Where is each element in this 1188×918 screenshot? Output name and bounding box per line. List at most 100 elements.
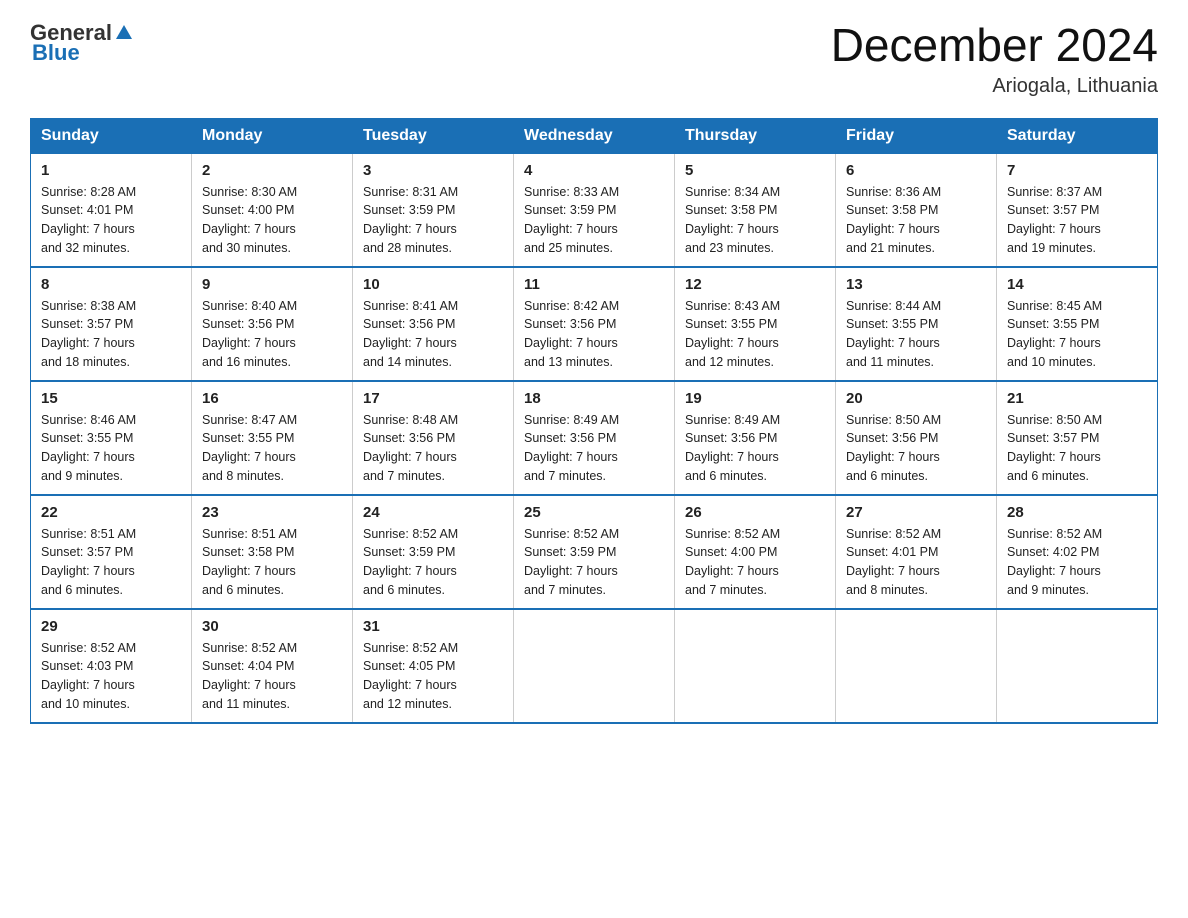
day-number: 29 [41, 618, 181, 635]
calendar-cell-2: 2 Sunrise: 8:30 AMSunset: 4:00 PMDayligh… [192, 153, 353, 267]
day-number: 27 [846, 504, 986, 521]
day-number: 4 [524, 162, 664, 179]
day-info: Sunrise: 8:50 AMSunset: 3:57 PMDaylight:… [1007, 413, 1102, 483]
logo: General Blue [30, 20, 134, 66]
day-info: Sunrise: 8:49 AMSunset: 3:56 PMDaylight:… [685, 413, 780, 483]
day-number: 6 [846, 162, 986, 179]
day-info: Sunrise: 8:52 AMSunset: 4:00 PMDaylight:… [685, 527, 780, 597]
day-info: Sunrise: 8:50 AMSunset: 3:56 PMDaylight:… [846, 413, 941, 483]
day-number: 3 [363, 162, 503, 179]
day-info: Sunrise: 8:38 AMSunset: 3:57 PMDaylight:… [41, 299, 136, 369]
calendar-cell-21: 21 Sunrise: 8:50 AMSunset: 3:57 PMDaylig… [997, 381, 1158, 495]
calendar-cell-30: 30 Sunrise: 8:52 AMSunset: 4:04 PMDaylig… [192, 609, 353, 723]
calendar-cell-14: 14 Sunrise: 8:45 AMSunset: 3:55 PMDaylig… [997, 267, 1158, 381]
calendar-cell-8: 8 Sunrise: 8:38 AMSunset: 3:57 PMDayligh… [31, 267, 192, 381]
header-monday: Monday [192, 118, 353, 153]
calendar-cell-23: 23 Sunrise: 8:51 AMSunset: 3:58 PMDaylig… [192, 495, 353, 609]
calendar-cell-1: 1 Sunrise: 8:28 AMSunset: 4:01 PMDayligh… [31, 153, 192, 267]
day-info: Sunrise: 8:43 AMSunset: 3:55 PMDaylight:… [685, 299, 780, 369]
calendar-week-row: 15 Sunrise: 8:46 AMSunset: 3:55 PMDaylig… [31, 381, 1158, 495]
day-info: Sunrise: 8:44 AMSunset: 3:55 PMDaylight:… [846, 299, 941, 369]
calendar-cell-15: 15 Sunrise: 8:46 AMSunset: 3:55 PMDaylig… [31, 381, 192, 495]
calendar-cell-12: 12 Sunrise: 8:43 AMSunset: 3:55 PMDaylig… [675, 267, 836, 381]
day-number: 8 [41, 276, 181, 293]
day-number: 17 [363, 390, 503, 407]
calendar-cell-20: 20 Sunrise: 8:50 AMSunset: 3:56 PMDaylig… [836, 381, 997, 495]
day-info: Sunrise: 8:45 AMSunset: 3:55 PMDaylight:… [1007, 299, 1102, 369]
day-info: Sunrise: 8:41 AMSunset: 3:56 PMDaylight:… [363, 299, 458, 369]
calendar-week-row: 1 Sunrise: 8:28 AMSunset: 4:01 PMDayligh… [31, 153, 1158, 267]
logo-icon [114, 23, 134, 43]
header-saturday: Saturday [997, 118, 1158, 153]
calendar-cell-22: 22 Sunrise: 8:51 AMSunset: 3:57 PMDaylig… [31, 495, 192, 609]
day-number: 22 [41, 504, 181, 521]
day-info: Sunrise: 8:49 AMSunset: 3:56 PMDaylight:… [524, 413, 619, 483]
day-number: 10 [363, 276, 503, 293]
day-info: Sunrise: 8:40 AMSunset: 3:56 PMDaylight:… [202, 299, 297, 369]
calendar-cell-5: 5 Sunrise: 8:34 AMSunset: 3:58 PMDayligh… [675, 153, 836, 267]
day-number: 2 [202, 162, 342, 179]
header-thursday: Thursday [675, 118, 836, 153]
day-number: 13 [846, 276, 986, 293]
day-info: Sunrise: 8:52 AMSunset: 3:59 PMDaylight:… [524, 527, 619, 597]
calendar-cell-17: 17 Sunrise: 8:48 AMSunset: 3:56 PMDaylig… [353, 381, 514, 495]
calendar-cell-empty [836, 609, 997, 723]
day-info: Sunrise: 8:52 AMSunset: 4:04 PMDaylight:… [202, 641, 297, 711]
calendar-cell-31: 31 Sunrise: 8:52 AMSunset: 4:05 PMDaylig… [353, 609, 514, 723]
day-info: Sunrise: 8:31 AMSunset: 3:59 PMDaylight:… [363, 185, 458, 255]
location-title: Ariogala, Lithuania [831, 75, 1158, 98]
month-title: December 2024 [831, 20, 1158, 71]
day-info: Sunrise: 8:52 AMSunset: 3:59 PMDaylight:… [363, 527, 458, 597]
day-number: 28 [1007, 504, 1147, 521]
day-info: Sunrise: 8:52 AMSunset: 4:01 PMDaylight:… [846, 527, 941, 597]
calendar-cell-empty [514, 609, 675, 723]
day-number: 24 [363, 504, 503, 521]
calendar-table: SundayMondayTuesdayWednesdayThursdayFrid… [30, 118, 1158, 724]
day-info: Sunrise: 8:48 AMSunset: 3:56 PMDaylight:… [363, 413, 458, 483]
day-number: 30 [202, 618, 342, 635]
calendar-week-row: 22 Sunrise: 8:51 AMSunset: 3:57 PMDaylig… [31, 495, 1158, 609]
day-number: 23 [202, 504, 342, 521]
day-number: 26 [685, 504, 825, 521]
day-info: Sunrise: 8:46 AMSunset: 3:55 PMDaylight:… [41, 413, 136, 483]
day-number: 21 [1007, 390, 1147, 407]
day-number: 20 [846, 390, 986, 407]
header-friday: Friday [836, 118, 997, 153]
calendar-cell-24: 24 Sunrise: 8:52 AMSunset: 3:59 PMDaylig… [353, 495, 514, 609]
day-info: Sunrise: 8:42 AMSunset: 3:56 PMDaylight:… [524, 299, 619, 369]
calendar-cell-28: 28 Sunrise: 8:52 AMSunset: 4:02 PMDaylig… [997, 495, 1158, 609]
calendar-cell-19: 19 Sunrise: 8:49 AMSunset: 3:56 PMDaylig… [675, 381, 836, 495]
day-number: 25 [524, 504, 664, 521]
day-number: 14 [1007, 276, 1147, 293]
calendar-week-row: 29 Sunrise: 8:52 AMSunset: 4:03 PMDaylig… [31, 609, 1158, 723]
page-header: General Blue December 2024 Ariogala, Lit… [30, 20, 1158, 98]
header-sunday: Sunday [31, 118, 192, 153]
calendar-cell-27: 27 Sunrise: 8:52 AMSunset: 4:01 PMDaylig… [836, 495, 997, 609]
calendar-cell-3: 3 Sunrise: 8:31 AMSunset: 3:59 PMDayligh… [353, 153, 514, 267]
day-number: 12 [685, 276, 825, 293]
calendar-cell-4: 4 Sunrise: 8:33 AMSunset: 3:59 PMDayligh… [514, 153, 675, 267]
calendar-cell-18: 18 Sunrise: 8:49 AMSunset: 3:56 PMDaylig… [514, 381, 675, 495]
calendar-week-row: 8 Sunrise: 8:38 AMSunset: 3:57 PMDayligh… [31, 267, 1158, 381]
day-number: 15 [41, 390, 181, 407]
day-number: 7 [1007, 162, 1147, 179]
day-number: 31 [363, 618, 503, 635]
calendar-cell-7: 7 Sunrise: 8:37 AMSunset: 3:57 PMDayligh… [997, 153, 1158, 267]
day-number: 11 [524, 276, 664, 293]
calendar-cell-6: 6 Sunrise: 8:36 AMSunset: 3:58 PMDayligh… [836, 153, 997, 267]
day-info: Sunrise: 8:30 AMSunset: 4:00 PMDaylight:… [202, 185, 297, 255]
day-number: 18 [524, 390, 664, 407]
calendar-cell-25: 25 Sunrise: 8:52 AMSunset: 3:59 PMDaylig… [514, 495, 675, 609]
day-number: 9 [202, 276, 342, 293]
calendar-cell-13: 13 Sunrise: 8:44 AMSunset: 3:55 PMDaylig… [836, 267, 997, 381]
day-info: Sunrise: 8:34 AMSunset: 3:58 PMDaylight:… [685, 185, 780, 255]
day-info: Sunrise: 8:28 AMSunset: 4:01 PMDaylight:… [41, 185, 136, 255]
calendar-cell-empty [997, 609, 1158, 723]
weekday-header-row: SundayMondayTuesdayWednesdayThursdayFrid… [31, 118, 1158, 153]
day-number: 1 [41, 162, 181, 179]
header-tuesday: Tuesday [353, 118, 514, 153]
day-info: Sunrise: 8:37 AMSunset: 3:57 PMDaylight:… [1007, 185, 1102, 255]
calendar-cell-9: 9 Sunrise: 8:40 AMSunset: 3:56 PMDayligh… [192, 267, 353, 381]
calendar-cell-16: 16 Sunrise: 8:47 AMSunset: 3:55 PMDaylig… [192, 381, 353, 495]
day-info: Sunrise: 8:52 AMSunset: 4:02 PMDaylight:… [1007, 527, 1102, 597]
